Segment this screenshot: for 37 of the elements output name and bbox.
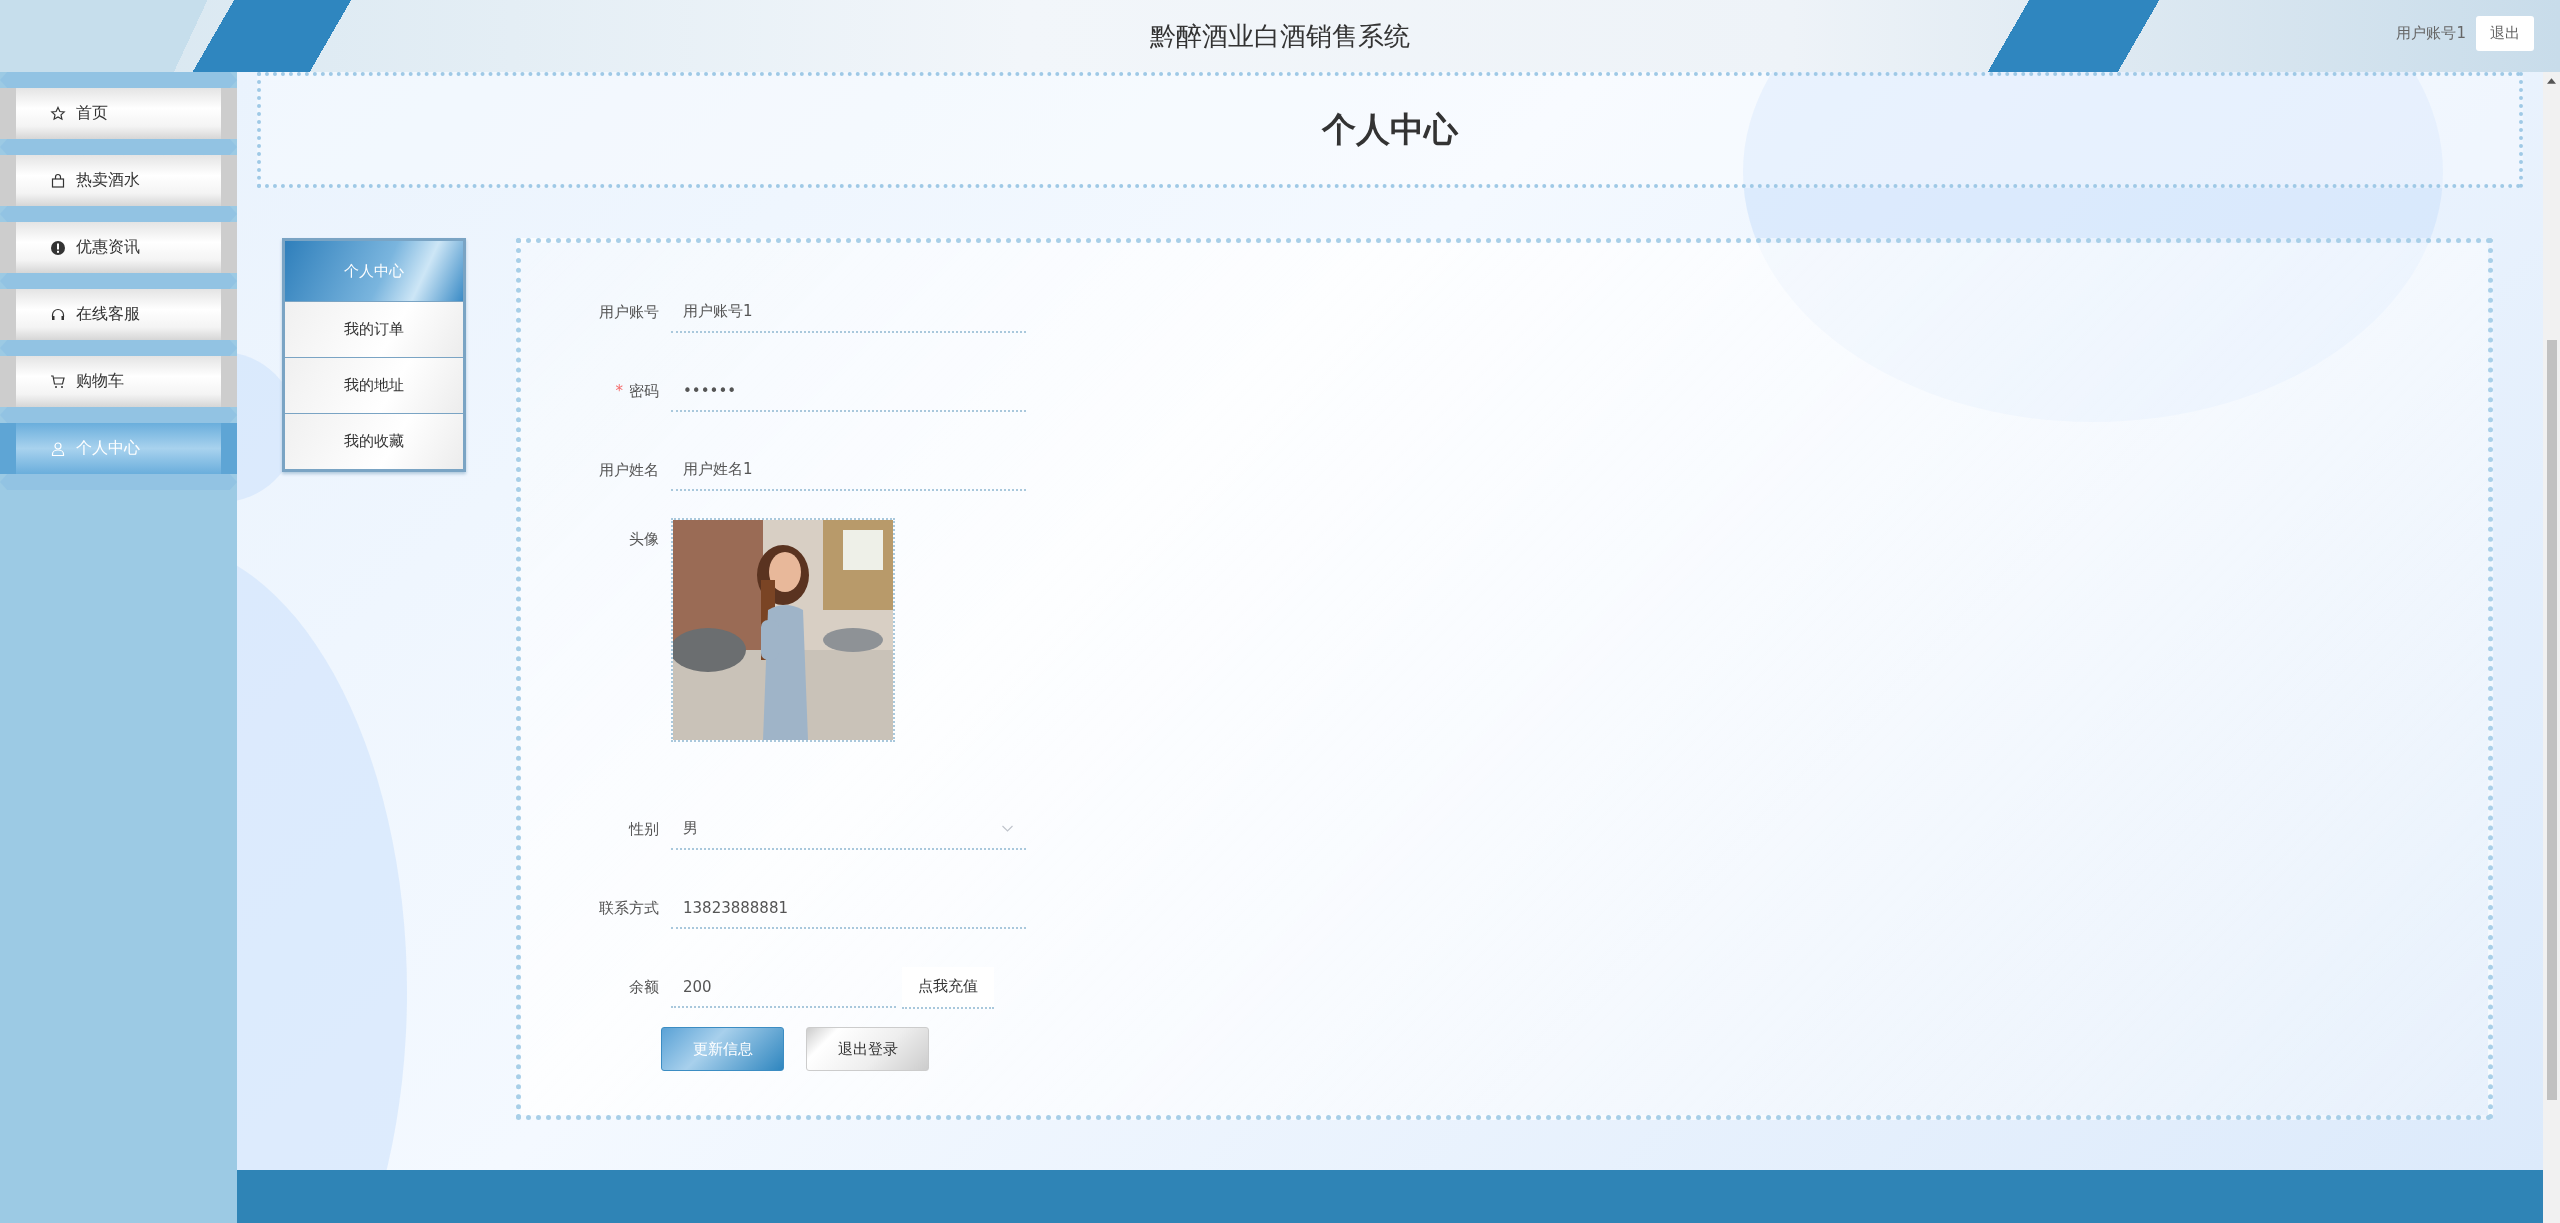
alert-icon — [50, 239, 66, 256]
field-label: 联系方式 — [598, 899, 660, 918]
profile-menu-item[interactable]: 我的收藏 — [285, 414, 463, 469]
scroll-up-icon[interactable] — [2547, 78, 2556, 84]
logout-button[interactable]: 退出 — [2476, 16, 2534, 51]
select-field[interactable]: 男 — [671, 809, 1026, 850]
required-mark: * — [615, 382, 623, 400]
input-field[interactable]: 用户姓名1 — [671, 450, 1026, 491]
input-field[interactable]: 13823888881 — [671, 888, 1026, 929]
nav-item[interactable]: 购物车 — [16, 356, 221, 407]
cart-icon — [50, 373, 66, 390]
field-label: 余额 — [628, 978, 660, 997]
field-label: 用户姓名 — [598, 461, 660, 480]
page-title: 个人中心 — [1322, 108, 1458, 151]
recharge-button[interactable]: 点我充值 — [902, 966, 994, 1009]
field-label: 用户账号 — [598, 303, 660, 322]
input-field[interactable]: 用户账号1 — [671, 292, 1026, 333]
input-field[interactable]: 200 — [671, 967, 896, 1008]
bag-icon — [50, 172, 66, 189]
star-icon — [50, 105, 66, 122]
nav-item[interactable]: 优惠资讯 — [16, 222, 221, 273]
site-title: 黔醉酒业白酒销售系统 — [1150, 19, 1410, 53]
profile-menu-item[interactable]: 我的订单 — [285, 302, 463, 358]
profile-menu-item[interactable]: 我的地址 — [285, 358, 463, 414]
input-field[interactable]: •••••• — [671, 371, 1026, 412]
field-label: 头像 — [628, 529, 660, 549]
user-icon — [50, 440, 66, 457]
chevron-down-icon — [1001, 824, 1014, 833]
nav-item[interactable]: 首页 — [16, 88, 221, 139]
nav-item[interactable]: 在线客服 — [16, 289, 221, 340]
username: 用户账号1 — [2396, 24, 2466, 43]
scrollbar[interactable] — [2543, 72, 2560, 1223]
field-label: * 密码 — [614, 382, 660, 401]
nav-item[interactable]: 热卖酒水 — [16, 155, 221, 206]
headset-icon — [50, 306, 66, 323]
logout-button[interactable]: 退出登录 — [806, 1027, 929, 1071]
field-label: 性别 — [627, 820, 660, 839]
